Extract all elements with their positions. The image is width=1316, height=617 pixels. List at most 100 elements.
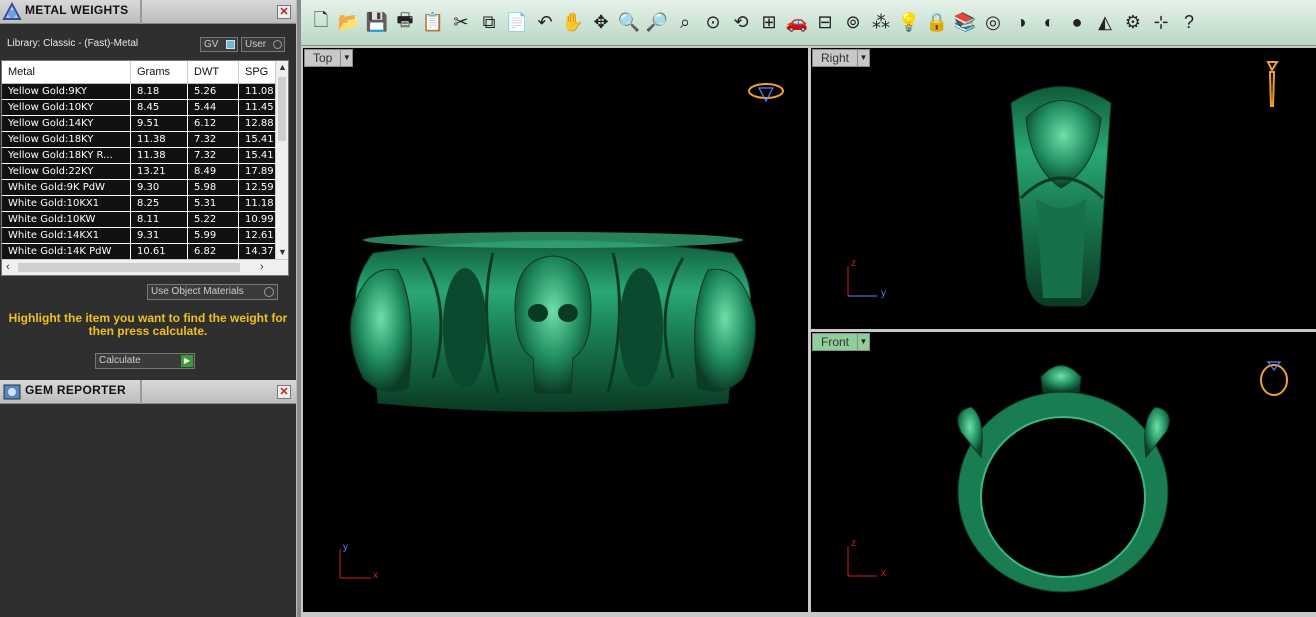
light-icon[interactable]: 💡 — [895, 9, 923, 37]
metal-table[interactable]: Metal Grams DWT SPG Yellow Gold:9KY 8.18 5… — [1, 60, 289, 276]
column-header-spg[interactable]: SPG — [239, 61, 276, 84]
metal-weights-panel: METAL WEIGHTS ✕ Library: Classic - (Fast… — [0, 0, 296, 617]
settings-gear-icon[interactable]: ⚙ — [1119, 9, 1147, 37]
top-viewport[interactable]: Top ▼ y x — [303, 48, 808, 612]
axis-label-x: x — [373, 570, 378, 581]
paste-icon[interactable]: 📄 — [503, 9, 531, 37]
scroll-down-icon[interactable]: ▼ — [278, 247, 287, 257]
header-separator — [140, 0, 142, 24]
user-radio[interactable] — [273, 40, 282, 49]
horizontal-scroll-thumb[interactable] — [18, 263, 240, 272]
table-row[interactable]: White Gold:10KW 8.11 5.22 10.99 — [2, 212, 276, 228]
table-row[interactable]: White Gold:9K PdW 9.30 5.98 12.59 — [2, 180, 276, 196]
shade-icon[interactable]: ◑ — [1007, 9, 1035, 37]
table-row[interactable]: Yellow Gold:9KY 8.18 5.26 11.08 — [2, 84, 276, 100]
calculate-label: Calculate — [99, 355, 141, 366]
table-body: Yellow Gold:9KY 8.18 5.26 11.08 Yellow Gold:… — [2, 84, 276, 260]
rotate-camera-icon[interactable]: ⟲ — [727, 9, 755, 37]
top-view-ring-model — [339, 83, 784, 579]
pan-hand-icon[interactable]: ✋ — [559, 9, 587, 37]
table-row[interactable]: Yellow Gold:22KY 13.21 8.49 17.89 — [2, 164, 276, 180]
vertical-scroll-thumb[interactable] — [278, 77, 286, 141]
cell-grams: 8.11 — [131, 212, 188, 228]
header-separator — [140, 380, 142, 404]
scroll-up-icon[interactable]: ▲ — [278, 62, 287, 72]
zoom-window-icon[interactable]: 🔎 — [643, 9, 671, 37]
right-viewport[interactable]: Right ▼ z y — [811, 48, 1316, 329]
scroll-left-icon[interactable]: ‹ — [6, 261, 10, 273]
cell-spg: 12.61 — [245, 230, 274, 241]
cell-dwt: 8.49 — [188, 164, 239, 180]
layers-icon[interactable]: 📚 — [951, 9, 979, 37]
gv-toggle[interactable]: GV — [200, 37, 238, 52]
close-icon[interactable]: ✕ — [277, 385, 291, 399]
metal-weights-header: METAL WEIGHTS ✕ — [0, 0, 296, 24]
cell-metal: White Gold:10KX1 — [2, 196, 131, 212]
gem-reporter-logo-icon — [3, 384, 21, 400]
open-icon[interactable]: 📂 — [335, 9, 363, 37]
close-icon[interactable]: ✕ — [277, 5, 291, 19]
table-row[interactable]: Yellow Gold:18KY R... 11.38 7.32 15.41 — [2, 148, 276, 164]
use-object-materials-radio[interactable] — [264, 287, 274, 297]
new-icon[interactable]: 🗋 — [307, 9, 335, 37]
front-view-ring-model — [847, 361, 1288, 593]
render-icon[interactable]: ◐ — [1035, 9, 1063, 37]
snap-icon[interactable]: ⊚ — [839, 9, 867, 37]
sphere-icon[interactable]: ● — [1063, 9, 1091, 37]
lock-icon[interactable]: 🔒 — [923, 9, 951, 37]
gv-label: GV — [204, 39, 219, 50]
scroll-right-icon[interactable]: › — [260, 261, 264, 273]
car-render-icon[interactable]: 🚗 — [783, 9, 811, 37]
column-header-dwt[interactable]: DWT — [188, 61, 239, 84]
cell-spg: 12.88 — [245, 118, 274, 129]
help-icon[interactable]: ? — [1175, 9, 1203, 37]
dimension-icon[interactable]: ⊹ — [1147, 9, 1175, 37]
cell-metal: White Gold:14KX1 — [2, 228, 131, 244]
metal-weights-title: METAL WEIGHTS — [25, 3, 129, 17]
four-viewports-icon[interactable]: ⊞ — [755, 9, 783, 37]
zoom-extents-icon[interactable]: ⌕ — [671, 9, 699, 37]
table-row[interactable]: White Gold:10KX1 8.25 5.31 11.18 — [2, 196, 276, 212]
gv-checkbox[interactable] — [226, 40, 235, 49]
cell-grams: 9.51 — [131, 116, 188, 132]
cell-dwt: 7.32 — [188, 148, 239, 164]
horizontal-scrollbar[interactable]: ‹ › — [2, 259, 288, 275]
color-wheel-icon[interactable]: ◎ — [979, 9, 1007, 37]
table-row[interactable]: Yellow Gold:10KY 8.45 5.44 11.45 — [2, 100, 276, 116]
cell-spg: 17.89 — [245, 166, 274, 177]
rotate-view-icon[interactable]: ✥ — [587, 9, 615, 37]
library-row: Library: Classic - (Fast)-Metal GV User — [7, 34, 289, 54]
table-row[interactable]: Yellow Gold:18KY 11.38 7.32 15.41 — [2, 132, 276, 148]
copy-icon[interactable]: ⧉ — [475, 9, 503, 37]
viewport-area: Top ▼ y x Right ▼ z y Front ▼ z x — [301, 46, 1316, 617]
cell-spg: 11.45 — [245, 102, 274, 113]
cell-dwt: 5.31 — [188, 196, 239, 212]
vertical-scrollbar[interactable]: ▲ ▼ — [275, 61, 288, 260]
grid-icon[interactable]: ⊟ — [811, 9, 839, 37]
cut-icon[interactable]: ✂ — [447, 9, 475, 37]
cell-spg: 15.41 — [245, 134, 274, 145]
save-icon[interactable]: 💾 — [363, 9, 391, 37]
points-icon[interactable]: ⁂ — [867, 9, 895, 37]
cell-dwt: 5.44 — [188, 100, 239, 116]
column-header-metal[interactable]: Metal — [2, 61, 131, 84]
print-icon[interactable]: 🖶 — [391, 9, 419, 37]
zoom-in-icon[interactable]: 🔍 — [615, 9, 643, 37]
cell-metal: Yellow Gold:18KY — [2, 132, 131, 148]
cell-spg: 14.37 — [245, 246, 274, 257]
front-viewport[interactable]: Front ▼ z x — [811, 332, 1316, 612]
table-row[interactable]: Yellow Gold:14KY 9.51 6.12 12.88 — [2, 116, 276, 132]
table-row[interactable]: White Gold:14K PdW 10.61 6.82 14.37 — [2, 244, 276, 260]
undo-icon[interactable]: ↶ — [531, 9, 559, 37]
user-toggle[interactable]: User — [241, 37, 285, 52]
cell-grams: 10.61 — [131, 244, 188, 260]
axis-label-z: z — [851, 258, 856, 269]
calculate-button[interactable]: Calculate ▶ — [95, 353, 195, 369]
table-row[interactable]: White Gold:14KX1 9.31 5.99 12.61 — [2, 228, 276, 244]
use-object-materials-toggle[interactable]: Use Object Materials — [147, 284, 278, 300]
paste-special-icon[interactable]: 📋 — [419, 9, 447, 37]
column-header-grams[interactable]: Grams — [131, 61, 188, 84]
zoom-selected-icon[interactable]: ⊙ — [699, 9, 727, 37]
cell-grams: 8.18 — [131, 84, 188, 100]
selection-icon[interactable]: ◭ — [1091, 9, 1119, 37]
